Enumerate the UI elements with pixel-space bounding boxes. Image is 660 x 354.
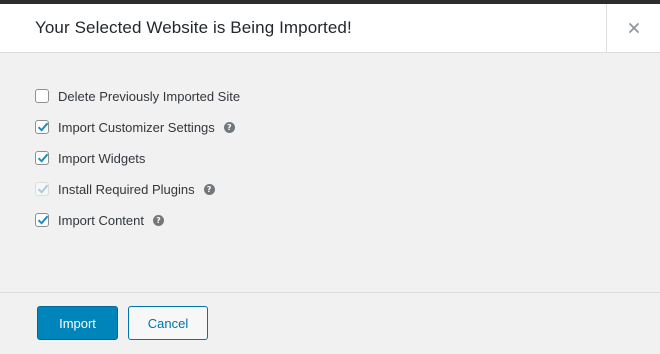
option-label[interactable]: Import Widgets	[58, 151, 145, 166]
option-import-content[interactable]: Import Content ?	[35, 210, 164, 230]
checkbox-delete-previous-site[interactable]	[35, 89, 49, 103]
import-button[interactable]: Import	[37, 306, 118, 340]
dialog-header: Your Selected Website is Being Imported!	[0, 4, 660, 53]
checkbox-import-customizer-settings[interactable]	[35, 120, 49, 134]
import-dialog: Your Selected Website is Being Imported!…	[0, 4, 660, 354]
checkmark-icon	[37, 122, 49, 132]
cancel-button[interactable]: Cancel	[128, 306, 208, 340]
close-icon	[628, 23, 639, 33]
option-label[interactable]: Import Content	[58, 213, 144, 228]
checkbox-install-required-plugins	[35, 182, 49, 196]
help-icon[interactable]: ?	[223, 121, 235, 133]
dialog-footer: Import Cancel	[0, 292, 660, 354]
option-import-widgets[interactable]: Import Widgets	[35, 148, 145, 168]
option-install-required-plugins: Install Required Plugins ?	[35, 179, 215, 199]
option-label[interactable]: Import Customizer Settings	[58, 120, 215, 135]
help-icon[interactable]: ?	[203, 183, 215, 195]
checkbox-import-content[interactable]	[35, 213, 49, 227]
option-import-customizer-settings[interactable]: Import Customizer Settings ?	[35, 117, 235, 137]
checkmark-icon	[37, 184, 49, 194]
option-label[interactable]: Delete Previously Imported Site	[58, 89, 240, 104]
dialog-title: Your Selected Website is Being Imported!	[35, 18, 352, 37]
option-delete-previous-site[interactable]: Delete Previously Imported Site	[35, 86, 240, 106]
help-icon[interactable]: ?	[153, 214, 164, 226]
close-button[interactable]	[606, 4, 660, 52]
option-label: Install Required Plugins	[58, 181, 195, 197]
checkmark-icon	[37, 215, 49, 225]
checkmark-icon	[37, 153, 49, 163]
checkbox-import-widgets[interactable]	[35, 151, 49, 165]
